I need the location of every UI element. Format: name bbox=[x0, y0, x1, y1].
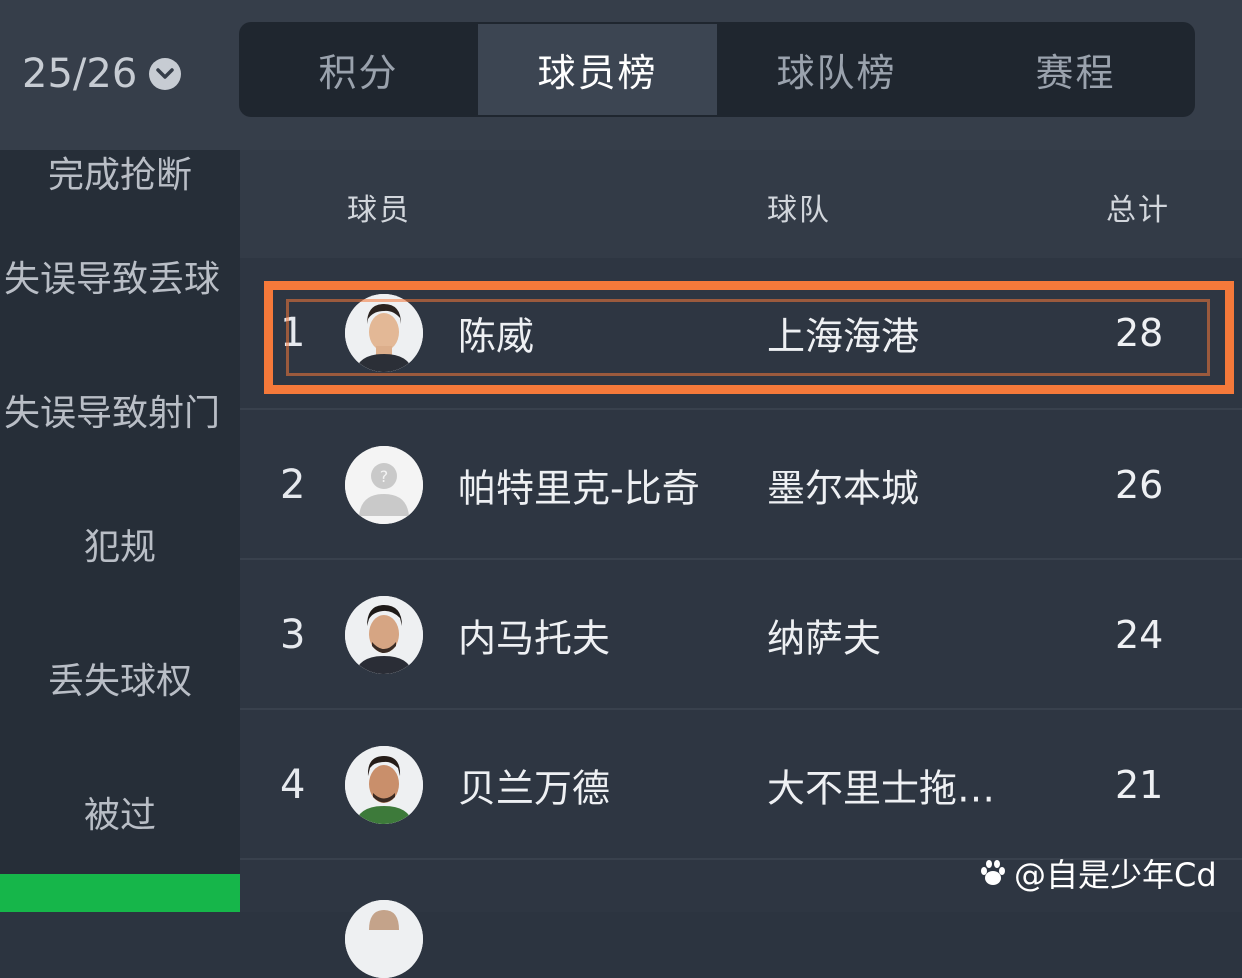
svg-text:?: ? bbox=[380, 467, 389, 486]
placeholder-person-icon: ? bbox=[345, 446, 423, 524]
column-header-total[interactable]: 总计 bbox=[1106, 185, 1170, 229]
team-name[interactable]: 大不里士拖… bbox=[767, 758, 995, 813]
season-label: 25/26 bbox=[22, 51, 138, 97]
stat-total: 26 bbox=[1115, 463, 1164, 507]
baidu-paw-icon bbox=[981, 860, 1005, 885]
player-ranking-table: 球员 球队 总计 1 陈威 上海海港 28 2 ? 帕特里克-比奇 墨尔本城 2… bbox=[240, 150, 1242, 978]
table-row[interactable]: 2 ? 帕特里克-比奇 墨尔本城 26 bbox=[240, 408, 1242, 560]
row-rank: 2 bbox=[280, 462, 306, 508]
stat-total: 21 bbox=[1115, 763, 1164, 807]
top-bar: 25/26 积分 球员榜 球队榜 赛程 bbox=[0, 0, 1242, 150]
table-row[interactable]: 1 陈威 上海海港 28 bbox=[240, 258, 1242, 408]
team-name[interactable]: 上海海港 bbox=[767, 306, 919, 361]
chevron-down-icon bbox=[149, 58, 182, 90]
stat-category-sidebar: 完成抢断 失误导致丢球 失误导致射门 犯规 丢失球权 被过 bbox=[0, 150, 240, 912]
row-rank: 3 bbox=[280, 612, 306, 658]
column-header-team[interactable]: 球队 bbox=[767, 185, 831, 229]
tab-bar: 积分 球员榜 球队榜 赛程 bbox=[239, 22, 1195, 117]
tab-player-rankings[interactable]: 球员榜 bbox=[478, 24, 717, 115]
stat-total: 28 bbox=[1115, 311, 1164, 355]
season-selector[interactable]: 25/26 bbox=[22, 44, 182, 104]
row-rank: 1 bbox=[280, 310, 306, 356]
player-photo-icon bbox=[345, 596, 423, 674]
tab-standings[interactable]: 积分 bbox=[239, 22, 478, 117]
player-photo-icon bbox=[345, 294, 423, 372]
sidebar-item-dribbled-past[interactable]: 被过 bbox=[0, 786, 240, 838]
team-name[interactable]: 纳萨夫 bbox=[767, 608, 881, 663]
table-header: 球员 球队 总计 bbox=[240, 150, 1242, 258]
table-row[interactable]: 4 贝兰万德 大不里士拖… 21 bbox=[240, 708, 1242, 860]
watermark: @自是少年Cd bbox=[978, 850, 1217, 896]
player-name[interactable]: 内马托夫 bbox=[458, 608, 610, 663]
sidebar-item-possession-lost[interactable]: 丢失球权 bbox=[0, 652, 240, 704]
sidebar-item-tackles-won[interactable]: 完成抢断 bbox=[0, 150, 240, 198]
sidebar-item-errors-to-goal[interactable]: 失误导致丢球 bbox=[0, 250, 232, 302]
player-name[interactable]: 帕特里克-比奇 bbox=[458, 458, 700, 513]
table-row[interactable]: 3 内马托夫 纳萨夫 24 bbox=[240, 558, 1242, 710]
player-photo-icon bbox=[345, 746, 423, 824]
player-name[interactable]: 贝兰万德 bbox=[458, 758, 610, 813]
tab-team-rankings[interactable]: 球队榜 bbox=[717, 22, 956, 117]
team-name[interactable]: 墨尔本城 bbox=[767, 458, 919, 513]
column-header-player[interactable]: 球员 bbox=[347, 185, 411, 229]
player-name[interactable]: 陈威 bbox=[458, 306, 534, 361]
sidebar-selected-indicator[interactable] bbox=[0, 874, 240, 912]
stat-total: 24 bbox=[1115, 613, 1164, 657]
row-rank: 4 bbox=[280, 762, 306, 808]
sidebar-item-fouls[interactable]: 犯规 bbox=[0, 518, 240, 570]
watermark-text: @自是少年Cd bbox=[1014, 856, 1217, 894]
tab-schedule[interactable]: 赛程 bbox=[956, 22, 1195, 117]
sidebar-item-errors-to-shot[interactable]: 失误导致射门 bbox=[0, 384, 232, 436]
